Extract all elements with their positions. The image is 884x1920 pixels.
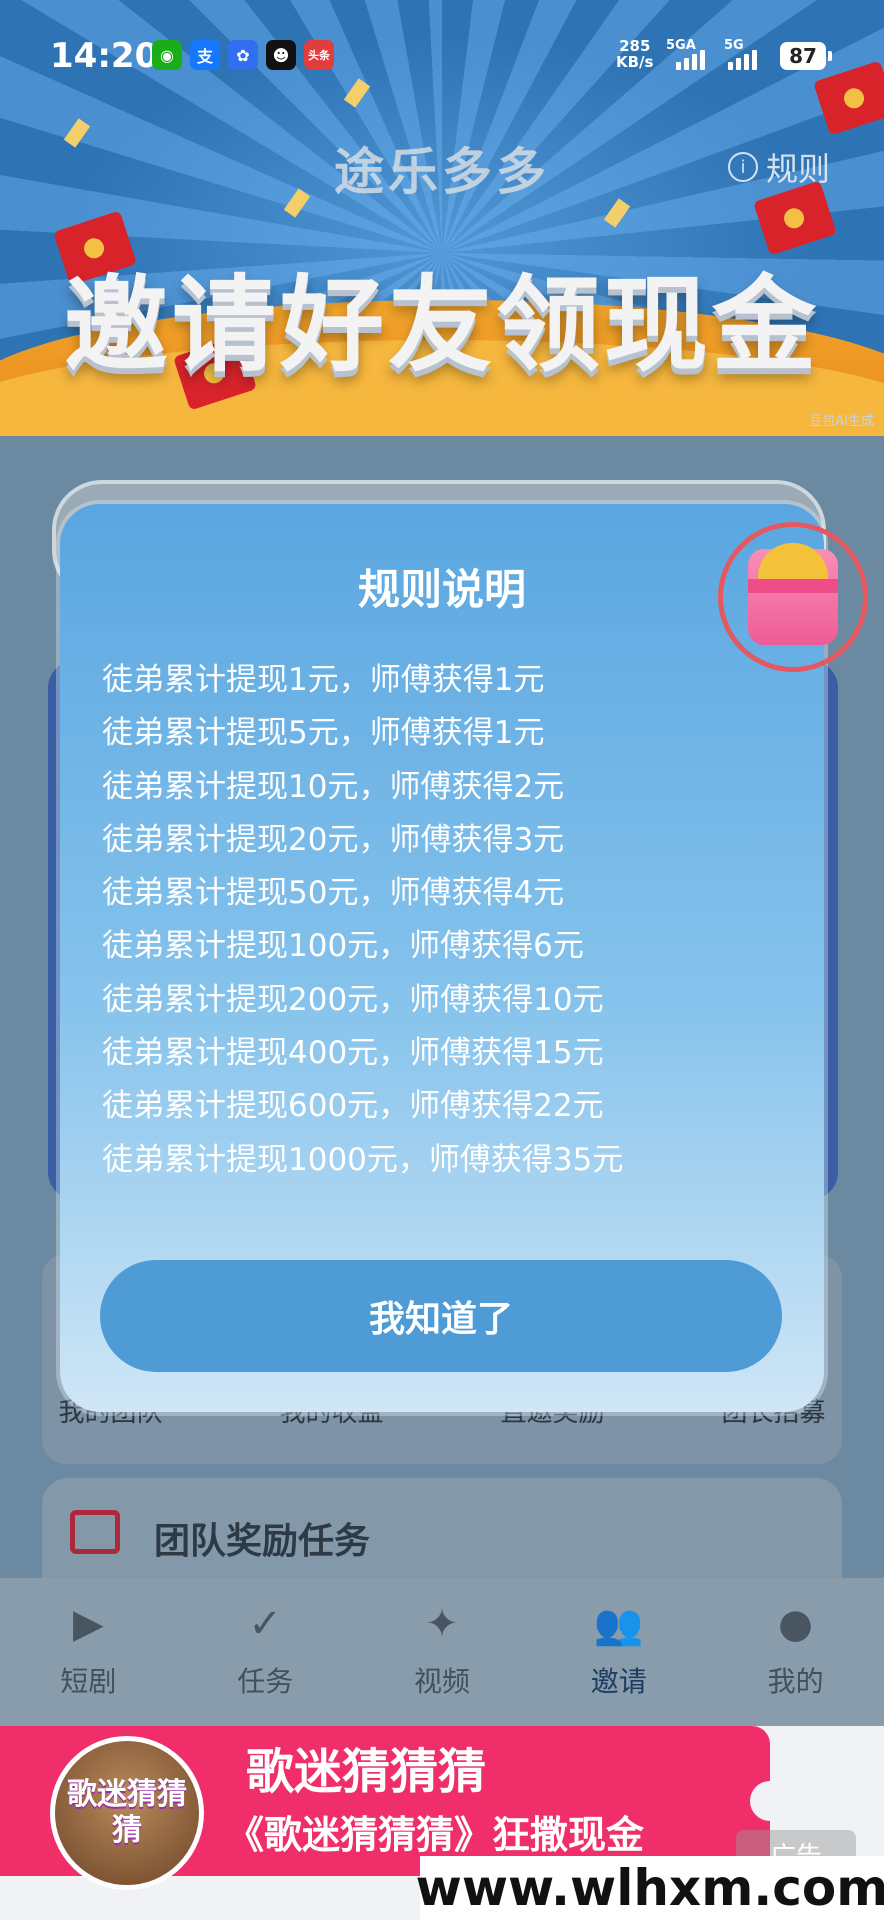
ad-description[interactable]: 《歌迷猜猜猜》狂撒现金 bbox=[226, 1804, 644, 1859]
rule-item: 徒弟累计提现400元，师傅获得15元 bbox=[102, 1035, 604, 1072]
qq-icon: ☻ bbox=[266, 40, 296, 70]
status-bar: 14:20 ◉ 支 ✿ ☻ 头条 285 KB/s 5GA 5G 87 bbox=[0, 0, 884, 100]
baidu-icon: ✿ bbox=[228, 40, 258, 70]
rule-item: 徒弟累计提现1元，师傅获得1元 bbox=[102, 662, 545, 698]
rule-item: 徒弟累计提现20元，师傅获得3元 bbox=[102, 821, 565, 858]
network-speed: 285 KB/s bbox=[616, 38, 653, 70]
ad-title[interactable]: 歌迷猜猜猜 bbox=[246, 1732, 486, 1802]
got-it-button[interactable]: 我知道了 bbox=[100, 1260, 782, 1372]
battery-indicator: 87 bbox=[780, 42, 832, 70]
rule-item: 徒弟累计提现10元，师傅获得2元 bbox=[102, 768, 565, 805]
network-speed-unit: KB/s bbox=[616, 53, 654, 71]
alipay-icon: 支 bbox=[190, 40, 220, 70]
rule-item: 徒弟累计提现600元，师傅获得22元 bbox=[102, 1088, 604, 1125]
rule-item: 徒弟累计提现50元，师傅获得4元 bbox=[102, 875, 565, 912]
status-time: 14:20 bbox=[50, 36, 159, 76]
network-speed-value: 285 bbox=[619, 37, 651, 55]
rule-item: 徒弟累计提现200元，师傅获得10元 bbox=[102, 981, 604, 1018]
rules-link-label: 规则 bbox=[766, 150, 831, 188]
rules-list: 徒弟累计提现1元，师傅获得1元 徒弟累计提现5元，师傅获得1元 徒弟累计提现10元，… bbox=[102, 654, 623, 1187]
wechat-icon: ◉ bbox=[152, 40, 182, 70]
toutiao-icon: 头条 bbox=[304, 40, 334, 70]
rule-item: 徒弟累计提现100元，师傅获得6元 bbox=[102, 928, 584, 965]
dialog-title: 规则说明 bbox=[357, 565, 526, 614]
ai-generated-mark: 豆包AI生成 bbox=[809, 414, 874, 429]
floating-red-packet[interactable] bbox=[718, 522, 868, 672]
red-packet-icon bbox=[748, 543, 838, 645]
signal-bars-icon bbox=[728, 48, 757, 70]
watermark: www.wlhxm.com bbox=[416, 1856, 884, 1920]
rules-link[interactable]: i 规则 bbox=[728, 144, 830, 190]
rules-dialog: 规则说明 徒弟累计提现1元，师傅获得1元 徒弟累计提现5元，师傅获得1元 徒弟累计提… bbox=[60, 504, 824, 1412]
ad-avatar[interactable]: 歌迷猜猜猜 bbox=[50, 1736, 204, 1890]
info-icon: i bbox=[728, 152, 758, 182]
rule-item: 徒弟累计提现1000元，师傅获得35元 bbox=[102, 1141, 624, 1178]
signal-bars-icon bbox=[676, 48, 705, 70]
notification-icons: ◉ 支 ✿ ☻ 头条 bbox=[152, 40, 334, 70]
rule-item: 徒弟累计提现5元，师傅获得1元 bbox=[102, 715, 545, 752]
hero-title: 邀请好友领现金 bbox=[63, 264, 820, 386]
